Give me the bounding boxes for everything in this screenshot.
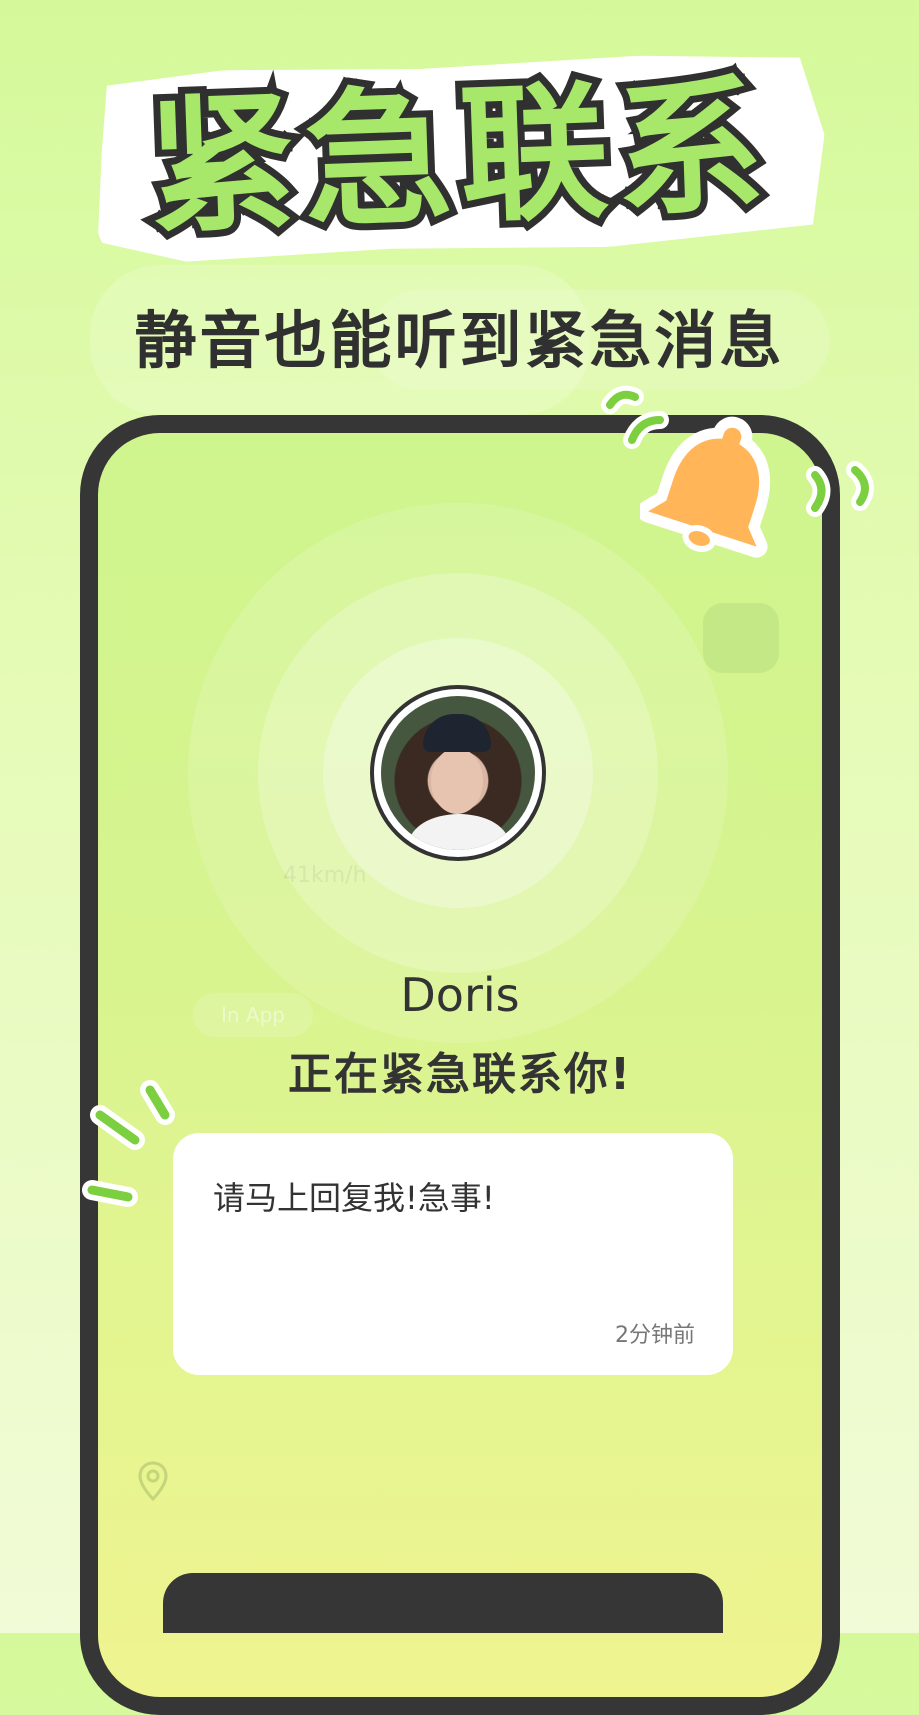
avatar-face — [431, 748, 483, 814]
sound-lines-top — [601, 385, 669, 449]
sound-lines-right — [806, 461, 874, 517]
message-card[interactable]: 请马上回复我!急事! 2分钟前 — [173, 1133, 733, 1375]
caller-name: Doris — [400, 968, 520, 1022]
message-timestamp: 2分钟前 — [615, 1323, 695, 1348]
message-text: 请马上回复我!急事! — [213, 1179, 495, 1217]
caller-status: 正在紧急联系你! — [287, 1049, 633, 1100]
avatar-cap — [423, 714, 491, 752]
chat-bubble-icon — [703, 603, 779, 673]
location-pin-icon — [138, 1461, 168, 1502]
avatar-photo — [381, 696, 535, 850]
page-subtitle: 静音也能听到紧急消息 — [134, 304, 785, 377]
caller-avatar[interactable] — [370, 685, 546, 861]
bottom-action-bar[interactable] — [163, 1573, 723, 1633]
accent-lines-left — [82, 1080, 175, 1207]
phone-mockup: 41km/h In App Doris 正在紧急联系你! 请马上回复我!急事! … — [80, 415, 840, 1715]
page-title: 紧急联系 — [138, 53, 782, 261]
avatar-shirt — [409, 814, 509, 850]
headline-sticker: 紧急联系 — [92, 49, 828, 264]
